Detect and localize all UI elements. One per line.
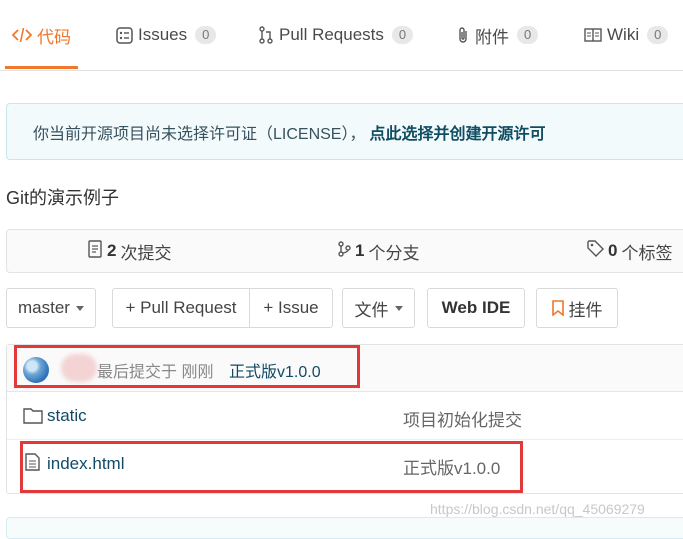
commits-label: 次提交 — [120, 243, 172, 263]
tags-stat[interactable]: 0 个标签 — [587, 230, 672, 272]
file-commit-message[interactable]: 项目初始化提交 — [403, 406, 522, 431]
tab-issues-label: Issues — [138, 25, 188, 44]
pull-requests-count-badge: 0 — [391, 26, 414, 44]
tab-code-label: 代码 — [37, 27, 71, 47]
annotation-box-file — [20, 441, 523, 493]
branch-select[interactable]: master — [6, 288, 96, 328]
list-item[interactable]: static 项目初始化提交 — [7, 392, 683, 440]
code-icon — [12, 27, 32, 43]
issues-icon — [116, 26, 133, 44]
commit-icon — [87, 239, 103, 263]
next-section-edge — [6, 517, 683, 539]
tags-count: 0 — [608, 241, 618, 260]
repo-tabs: 代码 Issues 0 Pull Requests 0 附件 0 Wiki 0 — [0, 0, 683, 71]
tags-label: 个标签 — [621, 243, 673, 263]
file-name[interactable]: static — [47, 406, 87, 426]
files-dropdown-label: 文件 — [354, 300, 389, 320]
pull-request-button-label: + Pull Request — [125, 298, 237, 317]
license-notice-text: 你当前开源项目尚未选择许可证（LICENSE）， — [33, 125, 366, 143]
wiki-count-badge: 0 — [647, 26, 669, 44]
branches-label: 个分支 — [368, 243, 420, 263]
files-dropdown[interactable]: 文件 — [342, 288, 415, 328]
tab-pull-requests[interactable]: Pull Requests 0 — [258, 0, 414, 70]
create-license-link[interactable]: 点此选择并创建开源许可 — [369, 120, 545, 144]
pull-request-icon — [258, 26, 274, 44]
branches-stat[interactable]: 1 个分支 — [337, 230, 419, 272]
chevron-down-icon — [394, 305, 403, 311]
issues-count-badge: 0 — [195, 26, 217, 44]
commits-count: 2 — [107, 241, 117, 260]
pull-request-button[interactable]: + Pull Request — [112, 288, 250, 328]
tab-code[interactable]: 代码 — [12, 0, 71, 70]
tab-attachments[interactable]: 附件 0 — [456, 0, 539, 70]
folder-icon — [23, 407, 43, 429]
issue-button[interactable]: + Issue — [249, 288, 333, 328]
widget-button[interactable]: 挂件 — [536, 288, 618, 328]
branch-icon — [337, 240, 351, 263]
tab-pull-requests-label: Pull Requests — [279, 25, 384, 44]
web-ide-button[interactable]: Web IDE — [427, 288, 525, 328]
repo-stats-bar: 2 次提交 1 个分支 0 个标签 — [6, 229, 683, 273]
branches-count: 1 — [355, 241, 365, 260]
paperclip-icon — [456, 26, 470, 44]
active-tab-indicator — [5, 66, 78, 69]
watermark: https://blog.csdn.net/qq_45069279 — [430, 501, 645, 517]
tab-attachments-label: 附件 — [475, 27, 509, 47]
issue-button-label: + Issue — [263, 298, 319, 317]
commits-stat[interactable]: 2 次提交 — [87, 230, 171, 272]
bookmark-icon — [551, 300, 564, 316]
annotation-box-commit — [14, 345, 360, 388]
tab-wiki-label: Wiki — [607, 25, 640, 44]
attachments-count-badge: 0 — [517, 26, 539, 44]
tab-wiki[interactable]: Wiki 0 — [584, 0, 669, 70]
license-notice: 你当前开源项目尚未选择许可证（LICENSE）， 点此选择并创建开源许可 — [6, 103, 683, 160]
branch-select-label: master — [18, 298, 70, 317]
web-ide-label: Web IDE — [441, 298, 511, 317]
chevron-down-icon — [75, 305, 84, 311]
book-icon — [584, 27, 602, 43]
tab-issues[interactable]: Issues 0 — [116, 0, 217, 70]
tag-icon — [587, 240, 604, 262]
widget-button-label: 挂件 — [568, 300, 603, 320]
repo-description: Git的演示例子 — [6, 188, 120, 208]
